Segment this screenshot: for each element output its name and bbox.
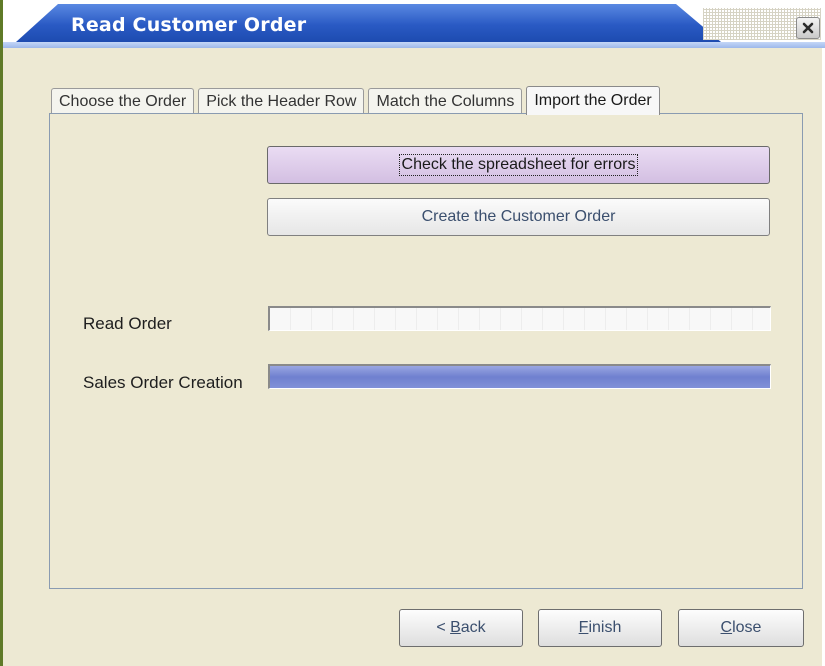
finish-rest: inish: [588, 619, 622, 636]
close-icon: [802, 22, 814, 34]
read-order-progress: [268, 306, 771, 331]
create-customer-order-label: Create the Customer Order: [421, 208, 616, 225]
title-rail: [3, 42, 825, 48]
finish-button[interactable]: Finish: [538, 609, 662, 647]
close-mnemonic: C: [720, 619, 733, 636]
sales-order-creation-progress: [268, 364, 771, 389]
finish-mnemonic: F: [578, 619, 589, 636]
tab-pick-header-row[interactable]: Pick the Header Row: [198, 88, 365, 114]
create-customer-order-button[interactable]: Create the Customer Order: [267, 198, 770, 236]
dialog-window: Read Customer Order Choose the Order Pic…: [0, 0, 825, 666]
back-mnemonic: B: [450, 619, 461, 636]
back-prefix: <: [436, 619, 451, 636]
tab-panel: [49, 113, 803, 589]
close-button[interactable]: Close: [678, 609, 804, 647]
check-spreadsheet-label: Check the spreadsheet for errors: [398, 154, 639, 176]
tab-match-columns[interactable]: Match the Columns: [368, 88, 523, 114]
tab-strip: Choose the Order Pick the Header Row Mat…: [51, 84, 664, 115]
sales-order-creation-progress-fill: [270, 366, 770, 388]
back-button[interactable]: < Back: [399, 609, 523, 647]
check-spreadsheet-button[interactable]: Check the spreadsheet for errors: [267, 146, 770, 184]
tab-choose-order[interactable]: Choose the Order: [51, 88, 195, 114]
window-title: Read Customer Order: [71, 14, 307, 36]
read-order-progress-track: [270, 308, 770, 330]
sales-order-creation-label: Sales Order Creation: [83, 373, 243, 392]
tab-import-order[interactable]: Import the Order: [526, 86, 660, 115]
window-close-button[interactable]: [796, 17, 820, 39]
read-order-label: Read Order: [83, 314, 172, 333]
back-rest: ack: [460, 619, 486, 636]
title-bar[interactable]: Read Customer Order: [3, 0, 825, 48]
close-rest: lose: [732, 619, 762, 636]
